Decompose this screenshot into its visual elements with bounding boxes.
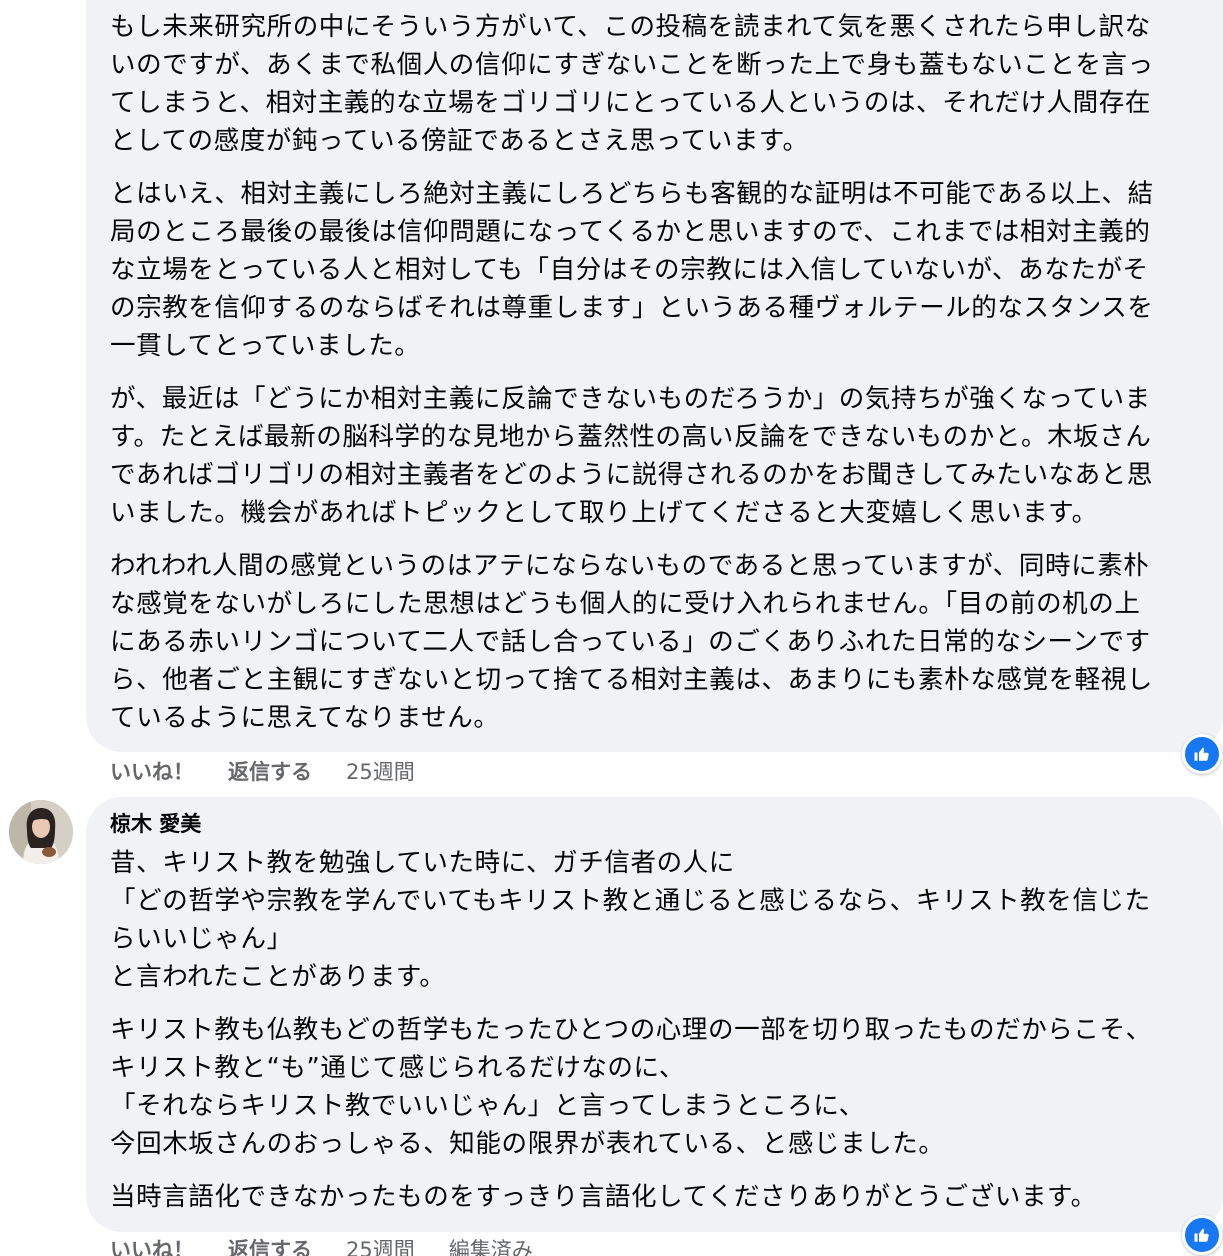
comment-text-line: キリスト教も仏教もどの哲学もたったひとつの心理の一部を切り取ったものだからこそ、 <box>110 1015 1152 1045</box>
comment-text-line: な立場をとっている人と相対しても「自分はその宗教には入信していないが、あなたがそ <box>110 255 1149 285</box>
comment-text-line: にある赤いリンゴについて二人で話し合っている」のごくありふれた日常的なシーンです <box>110 627 1151 657</box>
comment-text-line: 一貫してとっていました。 <box>110 331 421 361</box>
comment-actions: いいね！ 返信する 25週間 <box>110 756 449 786</box>
comment-paragraph: われわれ人間の感覚というのはアテにならないものであると思っていますが、同時に素朴… <box>110 547 1223 737</box>
comment-bubble: 椋木 愛美 昔、キリスト教を勉強していた時に、ガチ信者の人に 「どの哲学や宗教を… <box>86 797 1223 1232</box>
comment-text-line: われわれ人間の感覚というのはアテにならないものであると思っていますが、同時に素朴 <box>110 551 1150 581</box>
comment-text-line: が、最近は「どうにか相対主義に反論できないものだろうか」の気持ちが強くなっていま <box>110 384 1151 414</box>
comment-text-line: もし未来研究所の中にそういう方がいて、この投稿を読まれて気を悪くされたら申し訳な <box>110 12 1151 42</box>
comment-paragraph: 昔、キリスト教を勉強していた時に、ガチ信者の人に 「どの哲学や宗教を学んでいても… <box>110 844 1223 996</box>
comment-text-line: ているように思えてなりません。 <box>110 703 500 733</box>
comment-paragraph: 当時言語化できなかったものをすっきり言語化してくださりありがとうございます。 <box>110 1178 1223 1216</box>
comment-text-line: とはいえ、相対主義にしろ絶対主義にしろどちらも客観的な証明は不可能である以上、結 <box>110 179 1154 209</box>
thumbs-up-icon <box>1194 1228 1209 1242</box>
comment-text-line: てしまうと、相対主義的な立場をゴリゴリにとっている人というのは、それだけ人間存在 <box>110 88 1151 118</box>
comment-text-line: 今回木坂さんのおっしゃる、知能の限界が表れている、と感じました。 <box>110 1129 945 1159</box>
comment-bubble: もし未来研究所の中にそういう方がいて、この投稿を読まれて気を悪くされたら申し訳な… <box>86 0 1223 752</box>
user-photo-icon <box>9 800 73 864</box>
comment-text-line: いました。機会があればトピックとして取り上げてくださると大変嬉しく思います。 <box>110 498 1098 528</box>
comment-text-line: いのですが、あくまで私個人の信仰にすぎないことを断った上で身も蓋もないことを言っ <box>110 50 1154 80</box>
comment-thread: もし未来研究所の中にそういう方がいて、この投稿を読まれて気を悪くされたら申し訳な… <box>0 0 1223 1256</box>
comment-author-name[interactable]: 椋木 愛美 <box>110 809 1223 839</box>
comment-text-line: な感覚をないがしろにした思想はどうも個人的に受け入れられません。「目の前の机の上 <box>110 589 1141 619</box>
like-reaction-badge[interactable] <box>1182 1215 1222 1255</box>
comment-paragraph: もし未来研究所の中にそういう方がいて、この投稿を読まれて気を悪くされたら申し訳な… <box>110 8 1223 160</box>
comment-text-line: であればゴリゴリの相対主義者をどのように説得されるのかをお聞きしてみたいなあと思 <box>110 460 1153 490</box>
comment-paragraph: キリスト教も仏教もどの哲学もたったひとつの心理の一部を切り取ったものだからこそ、… <box>110 1011 1223 1163</box>
comment-text-line: ら、他者ごと主観にすぎないと切って捨てる相対主義は、あまりにも素朴な感覚を軽視し <box>110 665 1153 695</box>
timestamp-link[interactable]: 25週間 <box>346 756 415 786</box>
comment-text-line: らいいじゃん」 <box>110 924 293 954</box>
comment-text-line: 昔、キリスト教を勉強していた時に、ガチ信者の人に <box>110 848 735 878</box>
comment-text-line: 「どの哲学や宗教を学んでいてもキリスト教と通じると感じるなら、キリスト教を信じた <box>110 886 1151 916</box>
avatar[interactable] <box>9 800 73 864</box>
comment-text-line: 局のところ最後の最後は信仰問題になってくるかと思いますので、これまでは相対主義的 <box>110 217 1151 247</box>
comment-actions: いいね！ 返信する 25週間 編集済み <box>110 1234 567 1256</box>
timestamp-link[interactable]: 25週間 <box>346 1234 415 1256</box>
comment-text-line: 「それならキリスト教でいいじゃん」と言ってしまうところに、 <box>110 1091 865 1121</box>
comment-paragraph: が、最近は「どうにか相対主義に反論できないものだろうか」の気持ちが強くなっていま… <box>110 380 1223 532</box>
comment-paragraph: とはいえ、相対主義にしろ絶対主義にしろどちらも客観的な証明は不可能である以上、結… <box>110 175 1223 365</box>
like-reaction-badge[interactable] <box>1182 734 1222 774</box>
edited-label[interactable]: 編集済み <box>449 1234 533 1256</box>
like-button[interactable]: いいね！ <box>110 756 194 786</box>
reply-button[interactable]: 返信する <box>228 1234 312 1256</box>
comment-text-line: 当時言語化できなかったものをすっきり言語化してくださりありがとうございます。 <box>110 1182 1097 1212</box>
comment-text-line: としての感度が鈍っている傍証であるとさえ思っています。 <box>110 126 809 156</box>
like-button[interactable]: いいね！ <box>110 1234 194 1256</box>
thumbs-up-icon <box>1194 747 1209 761</box>
comment-text-line: の宗教を信仰するのならばそれは尊重します」というある種ヴォルテール的なスタンスを <box>110 293 1154 323</box>
reply-button[interactable]: 返信する <box>228 756 312 786</box>
comment-text-line: す。たとえば最新の脳科学的な見地から蓋然性の高い反論をできないものかと。木坂さん <box>110 422 1152 452</box>
comment-text-line: キリスト教と“も”通じて感じられるだけなのに、 <box>110 1053 685 1083</box>
comment-text-line: と言われたことがあります。 <box>110 962 446 992</box>
